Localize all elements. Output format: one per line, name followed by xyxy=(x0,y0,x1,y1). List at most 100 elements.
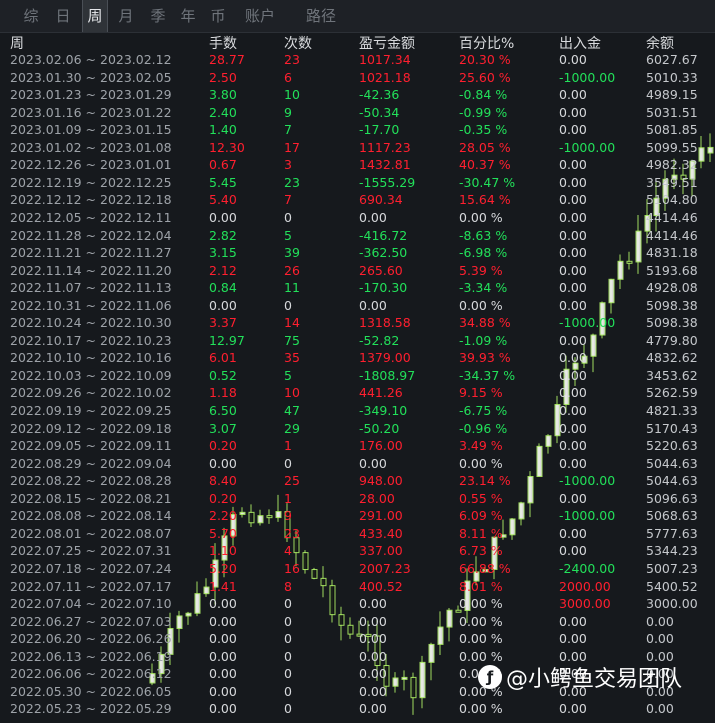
table-row[interactable]: 2022.08.22 ~ 2022.08.28 8.40 25 948.00 23.14… xyxy=(0,472,715,490)
cell-pct: 5.39 % xyxy=(459,262,503,278)
table-row[interactable]: 2022.09.19 ~ 2022.09.25 6.50 47 -349.10 -6.7… xyxy=(0,402,715,420)
cell-pnl: 176.00 xyxy=(359,438,403,454)
cell-count: 11 xyxy=(284,280,300,296)
col-header-pnl: 盈亏金额 xyxy=(359,36,415,52)
cell-count: 0 xyxy=(284,209,292,225)
cell-week: 2022.08.29 ~ 2022.09.04 xyxy=(10,455,172,471)
cell-pct: 6.73 % xyxy=(459,543,503,559)
cell-lots: 0.00 xyxy=(209,455,237,471)
col-header-count: 次数 xyxy=(284,36,312,52)
cell-pct: 15.64 % xyxy=(459,192,511,208)
table-row[interactable]: 2022.05.23 ~ 2022.05.29 0.00 0 0.00 0.00 % 0.… xyxy=(0,700,715,718)
table-row[interactable]: 2022.07.18 ~ 2022.07.24 5.20 16 2007.23 66.8… xyxy=(0,560,715,578)
table-row[interactable]: 2023.01.30 ~ 2023.02.05 2.50 6 1021.18 25.60… xyxy=(0,69,715,87)
cell-balance: 5068.63 xyxy=(646,508,698,524)
table-row[interactable]: 2022.09.12 ~ 2022.09.18 3.07 29 -50.20 -0.96… xyxy=(0,420,715,438)
table-row[interactable]: 2023.01.16 ~ 2023.01.22 2.40 9 -50.34 -0.99 … xyxy=(0,104,715,122)
cell-lots: 8.40 xyxy=(209,473,237,489)
table-row[interactable]: 2022.11.14 ~ 2022.11.20 2.12 26 265.60 5.39 … xyxy=(0,262,715,280)
cell-lots: 5.40 xyxy=(209,192,237,208)
table-row[interactable]: 2022.07.11 ~ 2022.07.17 1.41 8 400.52 8.01 %… xyxy=(0,578,715,596)
cell-pct: 39.93 % xyxy=(459,350,511,366)
cell-week: 2022.10.10 ~ 2022.10.16 xyxy=(10,350,172,366)
cell-count: 7 xyxy=(284,192,292,208)
tab-3[interactable]: 月 xyxy=(113,0,139,32)
tab-7[interactable]: 账户 xyxy=(240,0,280,32)
cell-pct: 0.00 % xyxy=(459,297,503,313)
cell-pct: 25.60 % xyxy=(459,69,511,85)
cell-io: -1000.00 xyxy=(559,315,616,331)
table-row[interactable]: 2022.10.17 ~ 2022.10.23 12.97 75 -52.82 -1.0… xyxy=(0,332,715,350)
cell-lots: 0.67 xyxy=(209,157,237,173)
cell-lots: 12.30 xyxy=(209,139,245,155)
cell-io: 0.00 xyxy=(559,438,587,454)
cell-lots: 28.77 xyxy=(209,52,245,67)
cell-balance: 5400.52 xyxy=(646,578,698,594)
cell-pnl: 2007.23 xyxy=(359,560,411,576)
table-row[interactable]: 2022.06.27 ~ 2022.07.03 0.00 0 0.00 0.00 % 0.… xyxy=(0,613,715,631)
table-row[interactable]: 2022.10.24 ~ 2022.10.30 3.37 14 1318.58 34.8… xyxy=(0,314,715,332)
table-row[interactable]: 2022.12.19 ~ 2022.12.25 5.45 23 -1555.29 -30… xyxy=(0,174,715,192)
watermark: ƒ @小鳄鱼交易团队 xyxy=(478,662,682,692)
cell-week: 2022.05.30 ~ 2022.06.05 xyxy=(10,683,172,699)
tab-8[interactable]: 路径 xyxy=(303,0,339,32)
table-row[interactable]: 2022.10.03 ~ 2022.10.09 0.52 5 -1808.97 -34.… xyxy=(0,367,715,385)
cell-count: 23 xyxy=(284,52,300,67)
tab-6[interactable]: 币 xyxy=(205,0,231,32)
cell-io: 0.00 xyxy=(559,192,587,208)
table-row[interactable]: 2022.08.01 ~ 2022.08.07 5.70 23 433.40 8.11 … xyxy=(0,525,715,543)
cell-count: 17 xyxy=(284,139,300,155)
cell-balance: 3000.00 xyxy=(646,596,698,612)
table-row[interactable]: 2022.08.08 ~ 2022.08.14 2.20 9 291.00 6.09 %… xyxy=(0,507,715,525)
cell-count: 16 xyxy=(284,560,300,576)
cell-pct: 28.05 % xyxy=(459,139,511,155)
table-row[interactable]: 2022.11.21 ~ 2022.11.27 3.15 39 -362.50 -6.9… xyxy=(0,244,715,262)
cell-pct: 34.88 % xyxy=(459,315,511,331)
cell-pct: -6.98 % xyxy=(459,245,508,261)
table-row[interactable]: 2022.12.12 ~ 2022.12.18 5.40 7 690.34 15.64 … xyxy=(0,191,715,209)
cell-count: 1 xyxy=(284,490,292,506)
cell-io: 0.00 xyxy=(559,174,587,190)
table-row[interactable]: 2023.01.23 ~ 2023.01.29 3.80 10 -42.36 -0.84… xyxy=(0,86,715,104)
cell-pnl: -170.30 xyxy=(359,280,408,296)
cell-count: 29 xyxy=(284,420,300,436)
table-row[interactable]: 2022.09.26 ~ 2022.10.02 1.18 10 441.26 9.15 … xyxy=(0,384,715,402)
table-row[interactable]: 2022.10.10 ~ 2022.10.16 6.01 35 1379.00 39.9… xyxy=(0,349,715,367)
table-row[interactable]: 2022.11.07 ~ 2022.11.13 0.84 11 -170.30 -3.3… xyxy=(0,279,715,297)
cell-week: 2023.01.09 ~ 2023.01.15 xyxy=(10,122,172,138)
cell-lots: 1.41 xyxy=(209,578,237,594)
table-row[interactable]: 2022.12.05 ~ 2022.12.11 0.00 0 0.00 0.00 % 0.… xyxy=(0,209,715,227)
tab-5[interactable]: 年 xyxy=(175,0,201,32)
cell-io: 3000.00 xyxy=(559,596,611,612)
cell-io: 0.00 xyxy=(559,403,587,418)
table-row[interactable]: 2022.08.15 ~ 2022.08.21 0.20 1 28.00 0.55 % 0… xyxy=(0,490,715,508)
tab-1[interactable]: 日 xyxy=(50,0,76,32)
cell-week: 2022.07.25 ~ 2022.07.31 xyxy=(10,543,172,559)
table-row[interactable]: 2022.07.25 ~ 2022.07.31 1.10 4 337.00 6.73 %… xyxy=(0,542,715,560)
cell-lots: 0.84 xyxy=(209,280,237,296)
cell-io: 0.00 xyxy=(559,245,587,261)
table-row[interactable]: 2023.01.02 ~ 2023.01.08 12.30 17 1117.23 28.… xyxy=(0,139,715,157)
cell-pct: 0.00 % xyxy=(459,209,503,225)
table-row[interactable]: 2022.08.29 ~ 2022.09.04 0.00 0 0.00 0.00 % 0.… xyxy=(0,455,715,473)
table-row[interactable]: 2023.02.06 ~ 2023.02.12 28.77 23 1017.34 20.… xyxy=(0,51,715,69)
table-row[interactable]: 2022.12.26 ~ 2023.01.01 0.67 3 1432.81 40.37… xyxy=(0,156,715,174)
cell-count: 39 xyxy=(284,245,300,261)
table-header: 周 手数 次数 盈亏金额 百分比% 出入金 余额 xyxy=(0,33,715,52)
cell-lots: 2.40 xyxy=(209,104,237,120)
cell-pct: 0.55 % xyxy=(459,490,503,506)
cell-week: 2023.01.23 ~ 2023.01.29 xyxy=(10,87,172,103)
cell-lots: 0.00 xyxy=(209,666,237,682)
table-row[interactable]: 2022.10.31 ~ 2022.11.06 0.00 0 0.00 0.00 % 0.… xyxy=(0,297,715,315)
table-row[interactable]: 2022.06.20 ~ 2022.06.26 0.00 0 0.00 0.00 % 0.… xyxy=(0,630,715,648)
tab-2[interactable]: 周 xyxy=(82,0,108,32)
table-row[interactable]: 2022.07.04 ~ 2022.07.10 0.00 0 0.00 0.00 % 30… xyxy=(0,595,715,613)
table-row[interactable]: 2022.11.28 ~ 2022.12.04 2.82 5 -416.72 -8.63… xyxy=(0,227,715,245)
cell-lots: 0.00 xyxy=(209,701,237,717)
tab-4[interactable]: 季 xyxy=(145,0,171,32)
cell-pct: 20.30 % xyxy=(459,52,511,67)
table-row[interactable]: 2022.09.05 ~ 2022.09.11 0.20 1 176.00 3.49 %… xyxy=(0,437,715,455)
tab-0[interactable]: 综 xyxy=(18,0,44,32)
cell-pct: 23.14 % xyxy=(459,473,511,489)
table-row[interactable]: 2023.01.09 ~ 2023.01.15 1.40 7 -17.70 -0.35 … xyxy=(0,121,715,139)
